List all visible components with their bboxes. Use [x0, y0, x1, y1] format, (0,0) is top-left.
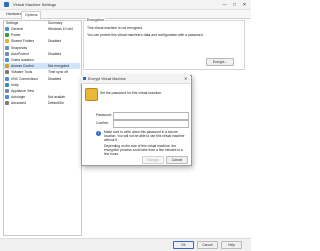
ok-button[interactable]: OK	[173, 241, 194, 249]
dialog-app-icon	[83, 77, 86, 80]
setting-summary: Default/De	[48, 101, 65, 106]
setting-icon	[5, 27, 9, 31]
vmware-icon	[4, 2, 9, 7]
setting-name: Shared Folders	[11, 39, 35, 44]
confirm-label: Confirm:	[96, 121, 109, 125]
setting-icon	[5, 101, 9, 106]
list-item[interactable]: Power	[4, 32, 80, 38]
setting-name: VNC Connections	[11, 76, 38, 81]
list-item[interactable]: Autologin Not availab	[4, 94, 80, 100]
setting-name: Unity	[11, 82, 19, 87]
tab-options[interactable]: Options	[21, 11, 42, 20]
setting-name: General	[11, 27, 24, 31]
setting-icon	[5, 64, 9, 69]
list-item[interactable]: Advanced Default/De	[4, 100, 80, 106]
setting-name: AutoProtect	[11, 51, 29, 56]
dialog-note: Depending on the size of this virtual ma…	[104, 144, 183, 156]
setting-name: Snapshots	[11, 45, 28, 50]
list-item[interactable]: VMware Tools Time sync off	[4, 69, 80, 75]
dialog-close-icon[interactable]: ✕	[184, 76, 187, 81]
dialog-encrypt-button[interactable]: Encrypt	[142, 156, 164, 164]
setting-summary: Not availab	[48, 95, 65, 100]
setting-name: VMware Tools	[11, 70, 33, 75]
setting-name: Access Control	[11, 64, 34, 69]
cancel-button[interactable]: Cancel	[197, 241, 218, 249]
window-title-bar: Virtual Machine Settings	[0, 0, 251, 10]
setting-summary: Time sync off	[48, 70, 68, 75]
dialog-warning: Make sure to write down this password in…	[104, 130, 185, 142]
setting-icon	[5, 45, 9, 50]
list-item[interactable]: Access Control Not encrypted	[4, 63, 80, 70]
list-item[interactable]: Snapshots	[4, 45, 80, 51]
setting-name: Guest Isolation	[11, 58, 34, 62]
list-item[interactable]: AutoProtect Disabled	[4, 51, 80, 57]
setting-icon	[5, 89, 9, 93]
encrypt-settings-button[interactable]: Encrypt...	[206, 58, 234, 66]
setting-icon	[5, 33, 9, 38]
list-item[interactable]: General Windows 10 x64	[4, 26, 80, 32]
lock-icon	[85, 88, 98, 101]
setting-summary: Disabled	[48, 51, 62, 56]
list-item[interactable]: Appliance View	[4, 88, 80, 94]
setting-summary: Windows 10 x64	[48, 27, 73, 31]
maximize-button[interactable]: □	[230, 1, 239, 8]
dialog-title: Encrypt Virtual Machine	[88, 77, 126, 81]
password-field[interactable]	[113, 112, 189, 120]
confirm-field[interactable]	[113, 120, 189, 128]
setting-name: Autologin	[11, 95, 26, 100]
setting-summary: Disabled	[48, 39, 62, 44]
close-button[interactable]: ✕	[240, 1, 249, 8]
help-button[interactable]: Help	[221, 241, 242, 249]
info-icon: i	[96, 131, 101, 136]
setting-icon	[5, 58, 9, 62]
window-title: Virtual Machine Settings	[13, 2, 57, 7]
setting-icon	[5, 95, 9, 100]
column-header-summary[interactable]: Summary	[48, 21, 63, 25]
dialog-cancel-button[interactable]: Cancel	[166, 156, 188, 164]
list-item[interactable]: VNC Connections Disabled	[4, 76, 80, 82]
encryption-group-title: Encryption	[86, 18, 105, 22]
setting-icon	[5, 39, 9, 44]
setting-summary: Not encrypted	[48, 64, 70, 69]
minimize-button[interactable]: —	[220, 1, 229, 8]
setting-name: Power	[11, 33, 21, 38]
setting-icon	[5, 51, 9, 56]
setting-icon	[5, 82, 9, 87]
list-item[interactable]: Unity	[4, 82, 80, 88]
list-item[interactable]: Shared Folders Disabled	[4, 38, 80, 44]
setting-summary: Disabled	[48, 76, 62, 81]
list-item[interactable]: Guest Isolation	[4, 57, 80, 63]
setting-icon	[5, 76, 9, 81]
encryption-description: You can protect this virtual machine's d…	[87, 33, 204, 37]
dialog-instruction: Set the password for this virtual machin…	[100, 91, 163, 95]
setting-icon	[5, 70, 9, 75]
encryption-status: This virtual machine is not encrypted.	[87, 26, 143, 30]
setting-name: Appliance View	[11, 89, 35, 93]
password-label: Password:	[96, 113, 112, 117]
column-header-settings[interactable]: Settings	[6, 21, 18, 25]
setting-name: Advanced	[11, 101, 27, 106]
